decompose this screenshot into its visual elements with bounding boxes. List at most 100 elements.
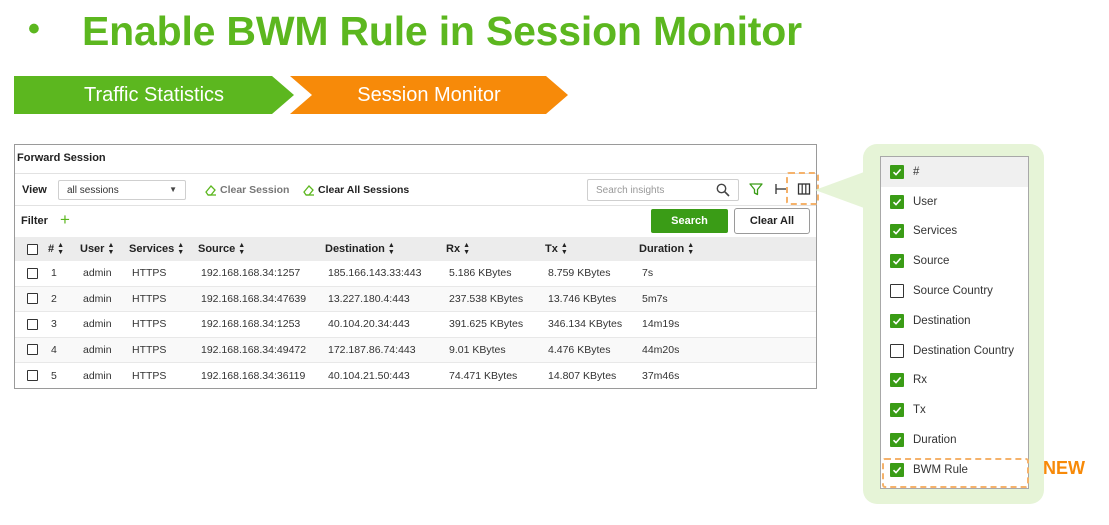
column-option-source-country[interactable]: Source Country — [881, 276, 1028, 306]
column-option-label: Services — [913, 225, 958, 238]
cell-source: 192.168.168.34:49472 — [201, 343, 307, 356]
cell-destination: 40.104.20.34:443 — [328, 318, 410, 331]
sort-icon: ▲ ▼ — [687, 242, 695, 256]
sort-icon: ▲ ▼ — [463, 242, 470, 256]
divider — [15, 205, 816, 206]
table-header: # ▲ ▼ User ▲ ▼ Services ▲ ▼ Source ▲ ▼ Destinati… — [15, 237, 816, 261]
clear-all-sessions-button[interactable]: Clear All Sessions — [303, 184, 409, 196]
step-traffic-statistics[interactable]: Traffic Statistics — [14, 76, 294, 114]
filter-icon[interactable] — [749, 182, 763, 196]
column-option-services[interactable]: Services — [881, 217, 1028, 247]
column-header-services[interactable]: Services ▲ ▼ — [129, 237, 184, 261]
search-button[interactable]: Search — [651, 209, 728, 233]
column-picker: # User Services Source Source Country De… — [880, 156, 1029, 489]
sort-icon: ▲ ▼ — [387, 242, 395, 256]
sort-icon: ▲ ▼ — [177, 242, 185, 256]
checkbox-checked-icon[interactable] — [890, 433, 904, 448]
cell-user: admin — [83, 267, 112, 280]
clear-all-button[interactable]: Clear All — [734, 208, 810, 234]
row-checkbox[interactable] — [27, 293, 38, 305]
table-row[interactable]: 5 admin HTTPS 192.168.168.34:36119 40.10… — [15, 363, 816, 389]
column-option-tx[interactable]: Tx — [881, 395, 1028, 425]
table-body: 1 admin HTTPS 192.168.168.34:1257 185.16… — [15, 261, 816, 389]
column-header-user[interactable]: User ▲ ▼ — [80, 237, 114, 261]
cell-source: 192.168.168.34:47639 — [201, 292, 307, 305]
table-row[interactable]: 4 admin HTTPS 192.168.168.34:49472 172.1… — [15, 337, 816, 363]
cell-duration: 37m46s — [642, 369, 680, 382]
column-header-source[interactable]: Source ▲ ▼ — [198, 237, 245, 261]
clear-session-label: Clear Session — [220, 184, 290, 196]
checkbox-checked-icon[interactable] — [890, 164, 904, 179]
cell-number: 1 — [51, 267, 57, 280]
search-icon[interactable] — [716, 183, 730, 197]
table-row[interactable]: 1 admin HTTPS 192.168.168.34:1257 185.16… — [15, 261, 816, 287]
column-option-label: Duration — [913, 434, 957, 447]
search-insights-box — [587, 179, 739, 201]
column-option-number[interactable]: # — [881, 157, 1028, 187]
row-checkbox[interactable] — [27, 318, 38, 330]
column-header-duration[interactable]: Duration ▲ ▼ — [639, 237, 694, 261]
cell-duration: 5m7s — [642, 292, 668, 305]
column-option-label: Source — [913, 255, 950, 268]
checkbox-checked-icon[interactable] — [890, 373, 904, 388]
column-option-destination[interactable]: Destination — [881, 306, 1028, 336]
new-badge: NEW — [1043, 458, 1085, 478]
checkbox-checked-icon[interactable] — [890, 403, 904, 418]
cell-rx: 237.538 KBytes — [449, 292, 524, 305]
checkbox-checked-icon[interactable] — [890, 194, 904, 209]
column-option-source[interactable]: Source — [881, 246, 1028, 276]
search-insights-input[interactable] — [596, 181, 716, 200]
cell-destination: 172.187.86.74:443 — [328, 343, 416, 356]
cell-tx: 4.476 KBytes — [548, 343, 611, 356]
forward-session-panel: Forward Session View all sessions ▼ Clea… — [14, 144, 817, 389]
cell-source: 192.168.168.34:1253 — [201, 318, 301, 331]
clear-session-button[interactable]: Clear Session — [205, 184, 289, 196]
panel-title: Forward Session — [17, 152, 106, 164]
column-option-label: Source Country — [913, 285, 993, 298]
column-option-label: # — [913, 165, 920, 178]
cell-tx: 8.759 KBytes — [548, 267, 611, 280]
view-select-value: all sessions — [67, 185, 119, 196]
column-option-destination-country[interactable]: Destination Country — [881, 336, 1028, 366]
chevron-down-icon: ▼ — [169, 185, 177, 194]
checkbox-unchecked-icon[interactable] — [890, 284, 904, 299]
plus-icon[interactable]: + — [60, 210, 70, 230]
cell-source: 192.168.168.34:1257 — [201, 267, 301, 280]
view-label: View — [22, 184, 47, 196]
cell-tx: 13.746 KBytes — [548, 292, 617, 305]
divider — [15, 173, 816, 174]
table-row[interactable]: 2 admin HTTPS 192.168.168.34:47639 13.22… — [15, 286, 816, 312]
cell-rx: 391.625 KBytes — [449, 318, 524, 331]
select-all-checkbox[interactable] — [27, 243, 38, 255]
column-header-number[interactable]: # ▲ ▼ — [48, 237, 64, 261]
step-session-monitor[interactable]: Session Monitor — [290, 76, 568, 114]
checkbox-unchecked-icon[interactable] — [890, 343, 904, 358]
cell-rx: 9.01 KBytes — [449, 343, 506, 356]
sort-icon: ▲ ▼ — [238, 242, 246, 256]
cell-user: admin — [83, 369, 112, 382]
bwm-rule-highlight — [882, 458, 1029, 488]
view-select[interactable]: all sessions ▼ — [58, 180, 186, 200]
row-checkbox[interactable] — [27, 267, 38, 279]
cell-service: HTTPS — [132, 369, 167, 382]
column-header-rx[interactable]: Rx ▲ ▼ — [446, 237, 470, 261]
table-row[interactable]: 3 admin HTTPS 192.168.168.34:1253 40.104… — [15, 312, 816, 338]
column-option-rx[interactable]: Rx — [881, 366, 1028, 396]
checkbox-checked-icon[interactable] — [890, 224, 904, 239]
filter-label: Filter — [21, 215, 48, 227]
cell-source: 192.168.168.34:36119 — [201, 369, 306, 382]
sort-icon: ▲ ▼ — [560, 242, 568, 256]
column-option-user[interactable]: User — [881, 187, 1028, 217]
checkbox-checked-icon[interactable] — [890, 254, 904, 269]
cell-user: admin — [83, 318, 112, 331]
sort-icon: ▲ ▼ — [107, 242, 115, 256]
row-checkbox[interactable] — [27, 344, 38, 356]
column-header-tx[interactable]: Tx ▲ ▼ — [545, 237, 568, 261]
column-option-duration[interactable]: Duration — [881, 425, 1028, 455]
column-header-destination[interactable]: Destination ▲ ▼ — [325, 237, 395, 261]
column-option-label: User — [913, 195, 938, 208]
checkbox-checked-icon[interactable] — [890, 313, 904, 328]
clear-all-sessions-label: Clear All Sessions — [318, 184, 410, 196]
row-checkbox[interactable] — [27, 370, 38, 382]
cell-duration: 44m20s — [642, 343, 680, 356]
